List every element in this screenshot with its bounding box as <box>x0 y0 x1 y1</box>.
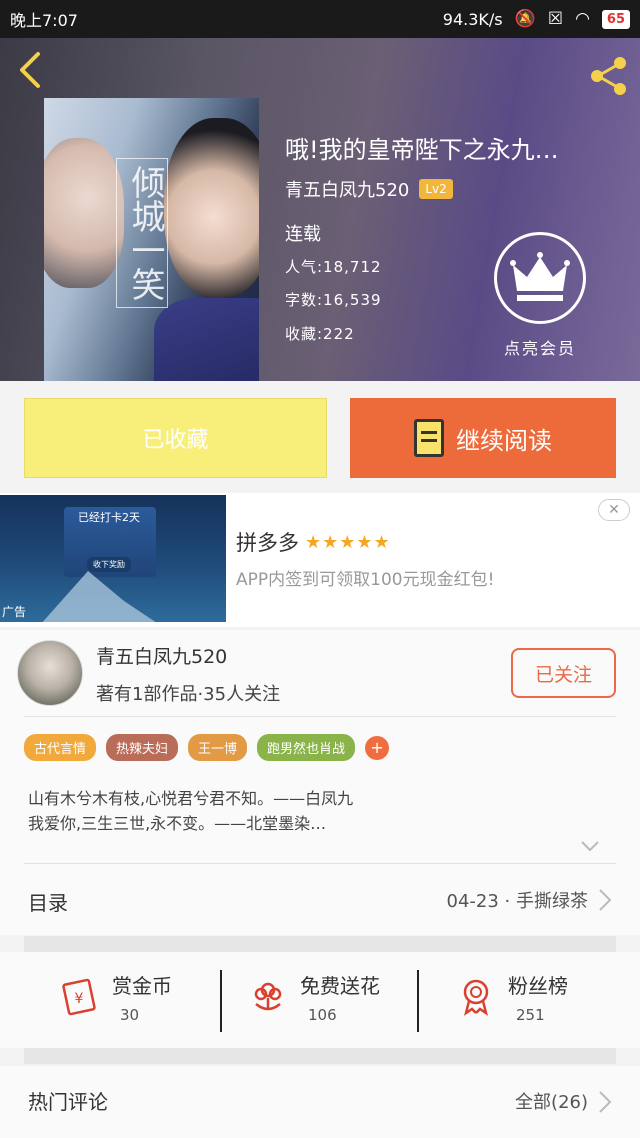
medal-icon <box>463 979 489 1016</box>
toc-latest-chapter: 04-23 · 手撕绿茶 <box>446 891 588 912</box>
ad-banner[interactable]: 已经打卡2天 收下奖励 广告 拼多多 ★★★★★ APP内签到可领取100元现金… <box>0 493 640 627</box>
fan-ranking-button[interactable]: 粉丝榜 251 <box>456 966 636 1036</box>
book-icon <box>414 419 444 457</box>
ad-image-title: 已经打卡2天 <box>78 511 140 524</box>
hot-comments-label: 热门评论 <box>28 1090 108 1114</box>
share-button[interactable] <box>586 54 630 98</box>
cover-figure-right <box>164 118 259 298</box>
battery-icon: 65 <box>601 9 630 29</box>
tag-item[interactable]: 跑男然也肖战 <box>257 734 356 761</box>
all-comments-link[interactable]: 全部(26) <box>515 1088 588 1114</box>
level-badge: Lv2 <box>419 179 453 199</box>
ad-app-name: 拼多多 ★★★★★ <box>236 527 391 557</box>
network-speed: 94.3K/s <box>442 9 503 29</box>
author-row[interactable]: 青五白凤九520 Lv2 <box>285 176 453 202</box>
chevron-down-icon <box>581 841 599 852</box>
divider <box>24 716 616 717</box>
status-bar: 晚上7:07 94.3K/s 🔕 ☒ ◠ 65 <box>0 0 640 38</box>
ad-rating-stars: ★★★★★ <box>305 531 391 553</box>
mute-icon: 🔕 <box>514 9 536 29</box>
avatar[interactable] <box>17 640 83 706</box>
vip-label[interactable]: 点亮会员 <box>500 335 580 359</box>
cover-figure-left <box>44 138 124 288</box>
continue-reading-button[interactable]: 继续阅读 <box>350 398 616 478</box>
cover-title-text: 倾城一笑 <box>116 158 168 308</box>
back-button[interactable] <box>12 50 52 94</box>
expand-intro-button[interactable] <box>580 836 600 857</box>
author-name[interactable]: 青五白凤九520 <box>285 176 409 202</box>
sim-off-icon: ☒ <box>547 9 564 29</box>
serial-status: 连载 <box>285 224 321 245</box>
divider <box>417 970 419 1032</box>
book-title: 哦!我的皇帝陛下之永九… <box>285 136 559 164</box>
favorites-stat: 收藏:222 <box>285 325 355 343</box>
add-tag-button[interactable]: + <box>365 735 390 760</box>
chevron-right-icon <box>598 888 612 918</box>
popularity-stat: 人气:18,712 <box>285 258 382 276</box>
intro-line: 山有木兮木有枝,心悦君兮君不知。——白凤九 <box>28 789 354 808</box>
book-intro[interactable]: 山有木兮木有枝,心悦君兮君不知。——白凤九 我爱你,三生三世,永不变。——北堂墨… <box>28 786 598 836</box>
section-gap <box>24 936 616 952</box>
ad-tag: 广告 <box>2 605 27 619</box>
tag-item[interactable]: 王一博 <box>188 734 248 761</box>
cover-robe <box>154 298 259 381</box>
reward-label: 赏金币 <box>112 974 172 998</box>
hot-comments-row[interactable]: 热门评论 全部(26) <box>0 1066 640 1138</box>
collected-button[interactable]: 已收藏 <box>24 398 327 478</box>
continue-reading-label: 继续阅读 <box>456 426 552 455</box>
book-cover[interactable]: 倾城一笑 <box>44 98 259 381</box>
action-bar: 已收藏 继续阅读 <box>0 381 640 491</box>
red-envelope-icon: ¥ <box>62 978 96 1016</box>
tag-list: 古代言情 热辣夫妇 王一博 跑男然也肖战 + <box>24 734 390 761</box>
reward-flower-button[interactable]: 免费送花 106 <box>248 966 428 1036</box>
ad-image[interactable]: 已经打卡2天 收下奖励 广告 <box>0 495 226 622</box>
chevron-left-icon <box>20 52 40 88</box>
vip-button[interactable] <box>494 232 586 324</box>
reward-label: 免费送花 <box>300 974 380 998</box>
rewards-row: ¥ 赏金币 30 免费送花 106 粉丝榜 251 <box>0 952 640 1048</box>
section-gap <box>24 1048 616 1064</box>
ad-app-name-text: 拼多多 <box>236 531 299 555</box>
chevron-right-icon <box>598 1090 612 1120</box>
ad-description: APP内签到可领取100元现金红包! <box>236 570 495 590</box>
crown-icon <box>510 252 570 301</box>
author-card: 青五白凤九520 著有1部作品·35人关注 已关注 古代言情 热辣夫妇 王一博 … <box>0 630 640 935</box>
word-count-stat: 字数:16,539 <box>285 291 382 309</box>
toc-label: 目录 <box>28 891 68 915</box>
tag-item[interactable]: 古代言情 <box>24 734 97 761</box>
reward-count: 251 <box>516 1006 545 1024</box>
divider <box>220 970 222 1032</box>
reward-coins-button[interactable]: ¥ 赏金币 30 <box>60 966 240 1036</box>
book-header: 倾城一笑 哦!我的皇帝陛下之永九… 青五白凤九520 Lv2 连载 人气:18,… <box>0 38 640 381</box>
author-card-meta: 著有1部作品·35人关注 <box>96 684 281 705</box>
flower-icon <box>254 982 282 1011</box>
share-icon <box>591 57 626 95</box>
reward-count: 30 <box>120 1006 140 1024</box>
ad-image-button: 收下奖励 <box>87 557 131 572</box>
author-card-name[interactable]: 青五白凤九520 <box>96 642 227 669</box>
tag-item[interactable]: 热辣夫妇 <box>106 734 179 761</box>
ad-close-button[interactable]: ✕ <box>598 499 630 521</box>
reward-count: 106 <box>308 1006 337 1024</box>
status-time: 晚上7:07 <box>10 11 78 30</box>
intro-line: 我爱你,三生三世,永不变。——北堂墨染… <box>28 814 327 833</box>
wifi-icon: ◠ <box>575 9 590 29</box>
follow-button[interactable]: 已关注 <box>511 648 616 698</box>
svg-text:¥: ¥ <box>75 991 84 1007</box>
reward-label: 粉丝榜 <box>508 974 568 998</box>
divider <box>24 863 616 864</box>
